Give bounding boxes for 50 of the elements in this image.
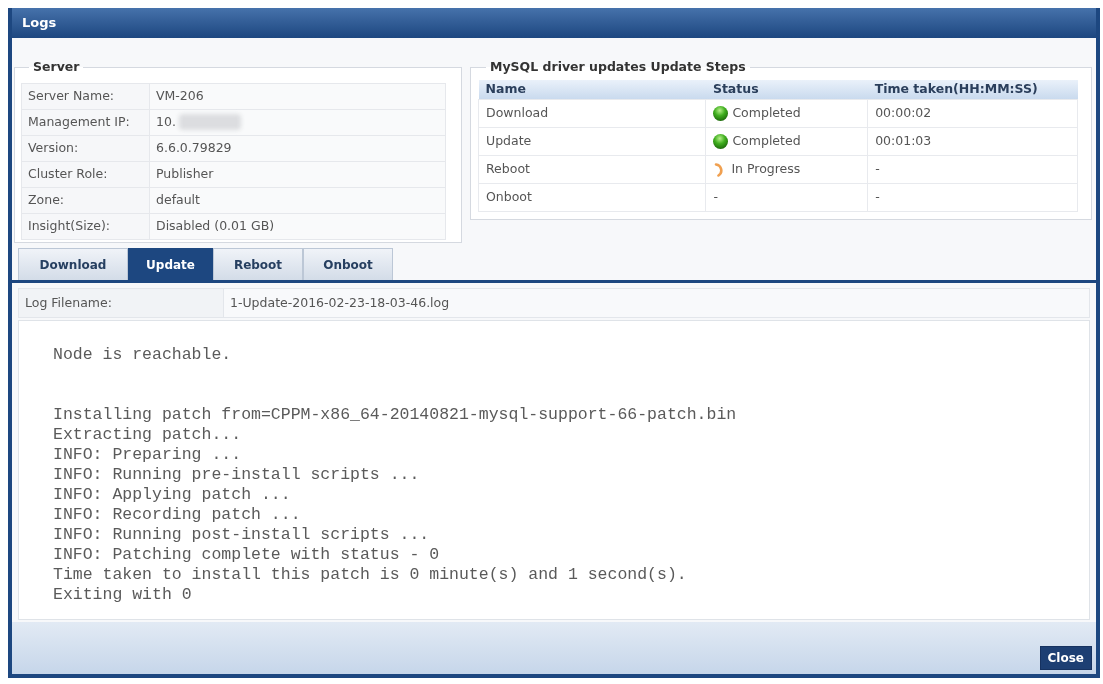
table-cell: 00:01:03 — [867, 127, 1078, 156]
log-line: INFO: Applying patch ... — [53, 485, 291, 505]
field-value: Disabled (0.01 GB) — [156, 216, 275, 235]
table-cell: - — [867, 155, 1078, 184]
status-ball-icon — [713, 106, 729, 122]
window-title: Logs — [22, 14, 57, 33]
log-line: Node is reachable. — [53, 345, 232, 365]
column-header: Status — [705, 79, 868, 100]
field-value: Publisher — [156, 164, 214, 183]
column-header: Time taken(HH:MM:SS) — [867, 79, 1078, 100]
tab[interactable]: Onboot — [303, 248, 393, 280]
table-cell: - — [867, 183, 1078, 212]
field-label: Cluster Role: — [21, 161, 150, 188]
status-text: Completed — [732, 104, 801, 123]
table-cell: Update — [478, 127, 706, 156]
field-value: default — [156, 190, 200, 209]
log-line: INFO: Running pre-install scripts ... — [53, 465, 420, 485]
field-label: Zone: — [21, 187, 150, 214]
table-cell: Onboot — [478, 183, 706, 212]
field-label: Server Name: — [21, 83, 150, 110]
log-line: INFO: Running post-install scripts ... — [53, 525, 430, 545]
close-button[interactable]: Close — [1039, 646, 1092, 670]
tab[interactable]: Reboot — [213, 248, 303, 280]
log-line: Installing patch from=CPPM-x86_64-20140821-mysql-support-66-patch.bin — [53, 405, 737, 425]
column-header: Name — [478, 79, 706, 100]
field-label: Log Filename: — [25, 293, 112, 312]
status-text: Completed — [732, 132, 801, 151]
tab[interactable]: Update — [128, 248, 213, 280]
status-text: In Progress — [731, 160, 801, 179]
log-line: Time taken to install this patch is 0 minute(s) and 1 second(s). — [53, 565, 687, 585]
table-cell: 00:00:02 — [867, 99, 1078, 128]
field-value: 10. — [156, 112, 176, 131]
log-line: INFO: Patching complete with status - 0 — [53, 545, 440, 565]
table-cell: Reboot — [478, 155, 706, 184]
field-label: Version: — [21, 135, 150, 162]
field-label: Management IP: — [21, 109, 150, 136]
table-cell: Download — [478, 99, 706, 128]
status-text: - — [713, 188, 718, 207]
log-line: Exiting with 0 — [53, 585, 192, 605]
log-line: INFO: Recording patch ... — [53, 505, 301, 525]
log-line: INFO: Preparing ... — [53, 445, 242, 465]
status-ball-icon — [713, 134, 729, 150]
log-line: Extracting patch... — [53, 425, 242, 445]
tab[interactable]: Download — [18, 248, 128, 280]
field-value: 6.6.0.79829 — [156, 138, 232, 157]
field-label: Insight(Size): — [21, 213, 150, 240]
log-filename: 1-Update-2016-02-23-18-03-46.log — [230, 293, 450, 312]
section-title: MySQL driver updates Update Steps — [489, 58, 747, 76]
section-title: Server — [32, 58, 81, 76]
field-value: VM-206 — [156, 86, 204, 105]
